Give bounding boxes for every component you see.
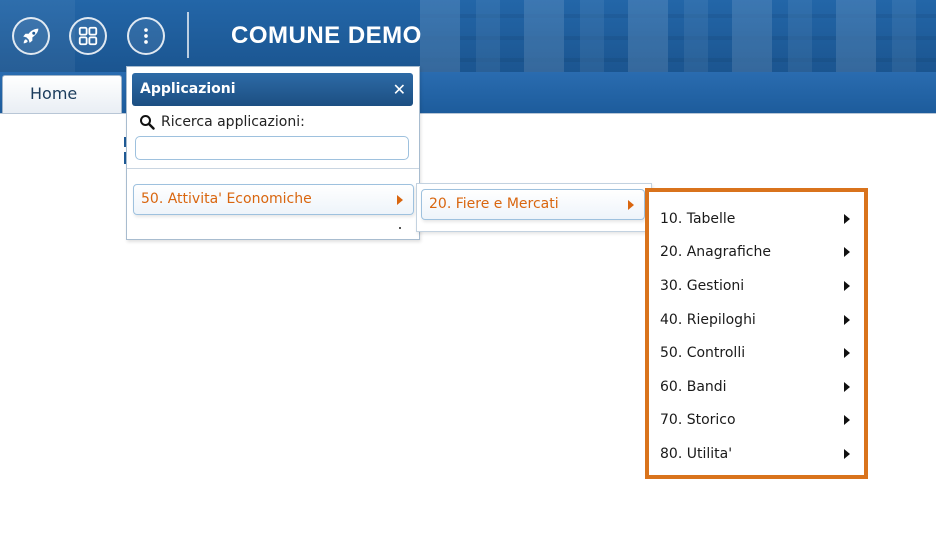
rocket-button[interactable]	[12, 17, 50, 55]
chevron-right-icon	[844, 315, 850, 325]
menu-item-label: 10. Tabelle	[660, 211, 736, 227]
chevron-right-icon	[844, 214, 850, 224]
submenu-fiere-e-mercati: 10. Tabelle 20. Anagrafiche 30. Gestioni…	[645, 188, 868, 479]
menu-item-label: 20. Anagrafiche	[660, 244, 771, 260]
chevron-right-icon	[844, 348, 850, 358]
more-vertical-icon	[144, 28, 148, 44]
menu-item-label: 30. Gestioni	[660, 278, 745, 294]
chevron-right-icon	[628, 200, 634, 210]
chevron-right-icon	[844, 415, 850, 425]
panel-divider	[127, 168, 419, 169]
header-divider	[187, 12, 189, 58]
chevron-right-icon	[844, 247, 850, 257]
chevron-right-icon	[397, 195, 403, 205]
submenu-attivita-economiche: 20. Fiere e Mercati	[416, 183, 652, 232]
menu-item-controlli[interactable]: 50. Controlli	[660, 342, 850, 364]
applications-panel-title: Applicazioni	[140, 81, 236, 97]
rocket-icon	[23, 28, 39, 44]
header-pattern	[420, 0, 936, 72]
app-title: COMUNE DEMO	[231, 22, 422, 49]
menu-item-bandi[interactable]: 60. Bandi	[660, 376, 850, 398]
chevron-right-icon	[844, 281, 850, 291]
menu-item-label: 40. Riepiloghi	[660, 312, 756, 328]
grid-icon	[78, 26, 98, 46]
menu-item-gestioni[interactable]: 30. Gestioni	[660, 275, 850, 297]
menu-item-riepiloghi[interactable]: 40. Riepiloghi	[660, 309, 850, 331]
chevron-right-icon	[844, 382, 850, 392]
close-icon[interactable]: ✕	[393, 73, 406, 106]
menu-item-label: 50. Controlli	[660, 345, 746, 361]
tab-home[interactable]: Home	[2, 75, 122, 113]
app-header: COMUNE DEMO	[0, 0, 936, 72]
menu-item-attivita-economiche[interactable]: 50. Attivita' Economiche	[133, 184, 414, 215]
menu-item-tabelle[interactable]: 10. Tabelle	[660, 208, 850, 230]
chevron-right-icon	[844, 449, 850, 459]
menu-item-anagrafiche[interactable]: 20. Anagrafiche	[660, 241, 850, 263]
search-applications-input[interactable]	[135, 136, 409, 160]
resize-dot	[399, 227, 401, 229]
menu-item-label: 20. Fiere e Mercati	[429, 196, 559, 212]
menu-item-utilita[interactable]: 80. Utilita'	[660, 443, 850, 465]
applications-panel: Applicazioni ✕ Ricerca applicazioni: 50.…	[126, 66, 420, 240]
menu-item-label: 80. Utilita'	[660, 446, 733, 462]
more-menu-button[interactable]	[127, 17, 165, 55]
search-label: Ricerca applicazioni:	[139, 114, 305, 130]
applications-panel-header: Applicazioni ✕	[132, 73, 413, 106]
menu-item-label: 50. Attivita' Economiche	[141, 191, 312, 207]
search-label-text: Ricerca applicazioni:	[161, 114, 305, 130]
menu-item-storico[interactable]: 70. Storico	[660, 409, 850, 431]
menu-item-label: 70. Storico	[660, 412, 736, 428]
apps-grid-button[interactable]	[69, 17, 107, 55]
menu-item-fiere-e-mercati[interactable]: 20. Fiere e Mercati	[421, 189, 645, 220]
search-icon	[140, 115, 155, 130]
menu-item-label: 60. Bandi	[660, 379, 727, 395]
